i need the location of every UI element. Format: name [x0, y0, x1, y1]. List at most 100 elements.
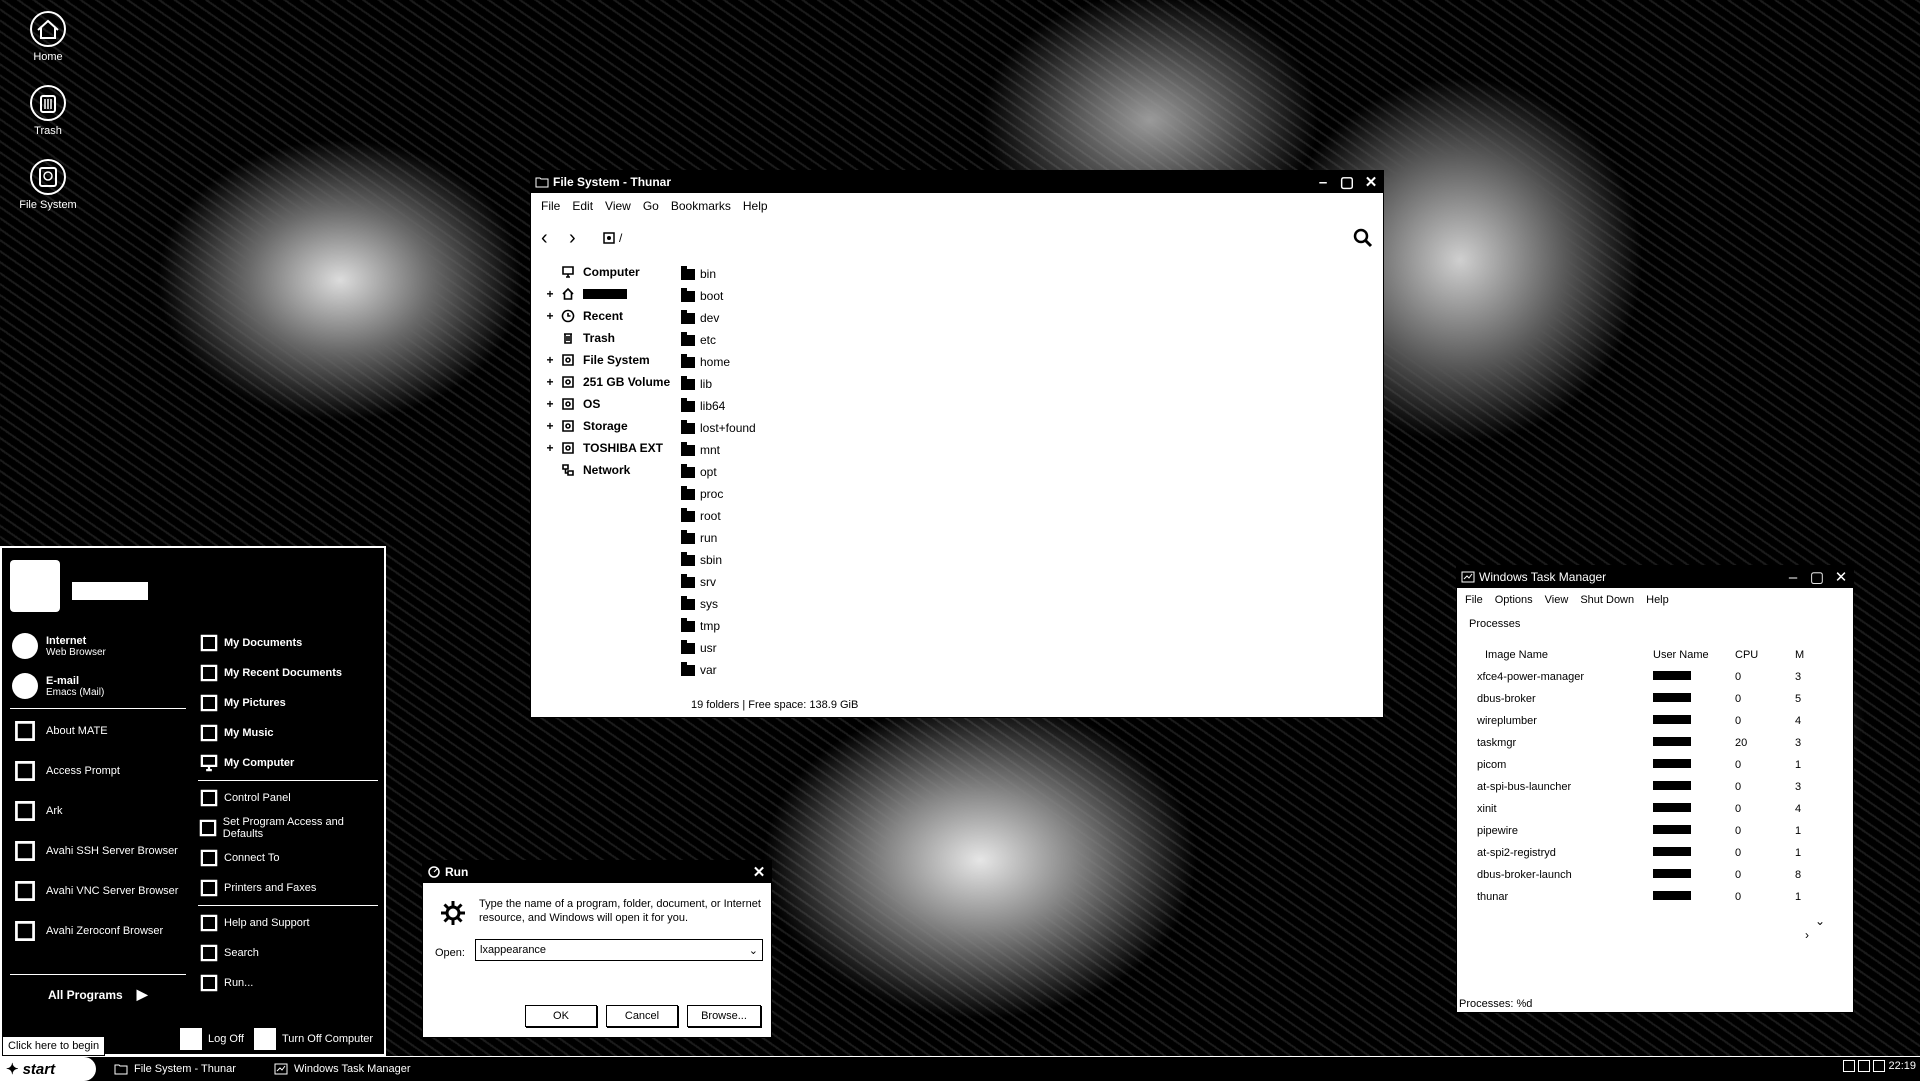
file-item[interactable]: root [681, 505, 756, 527]
thunar-titlebar[interactable]: File System - Thunar – ▢ ✕ [531, 171, 1383, 193]
file-item[interactable]: home [681, 351, 756, 373]
sidebar-item[interactable]: + File System [541, 349, 691, 371]
desktop-icon-trash[interactable]: Trash [14, 84, 82, 137]
sidebar-item[interactable]: Network [541, 459, 691, 481]
desktop-icon-file-system[interactable]: File System [14, 158, 82, 211]
tab-processes[interactable]: Processes [1469, 618, 1520, 630]
table-row[interactable]: xinit 0 4 [1467, 798, 1837, 820]
start-menu-item[interactable]: My Recent Documents [198, 658, 378, 688]
start-menu-item[interactable]: Run... [198, 968, 378, 998]
open-input[interactable]: lxappearance ⌄ [475, 939, 763, 961]
menu-bookmarks[interactable]: Bookmarks [665, 197, 737, 215]
file-item[interactable]: sbin [681, 549, 756, 571]
close-button[interactable]: ✕ [1829, 566, 1853, 588]
file-item[interactable]: dev [681, 307, 756, 329]
expand-icon[interactable]: + [541, 419, 559, 433]
expand-icon[interactable]: + [541, 375, 559, 389]
start-menu-item[interactable]: Set Program Access and Defaults [198, 813, 378, 843]
start-menu-item[interactable]: My Documents [198, 628, 378, 658]
search-icon[interactable] [1353, 228, 1373, 248]
table-row[interactable]: at-spi2-registryd 0 1 [1467, 842, 1837, 864]
expand-icon[interactable]: + [541, 441, 559, 455]
desktop-icon-home[interactable]: Home [14, 10, 82, 63]
column-cpu[interactable]: CPU [1723, 649, 1783, 661]
file-item[interactable]: bin [681, 263, 756, 285]
taskbar-item-thunar[interactable]: File System - Thunar [114, 1059, 236, 1079]
start-menu-item[interactable]: Control Panel [198, 783, 378, 813]
log-off-button[interactable]: Log Off [180, 1028, 244, 1050]
file-item[interactable]: etc [681, 329, 756, 351]
file-item[interactable]: run [681, 527, 756, 549]
minimize-button[interactable]: – [1311, 171, 1335, 193]
program-item[interactable]: Avahi SSH Server Browser [10, 831, 186, 871]
table-row[interactable]: picom 0 1 [1467, 754, 1837, 776]
table-row[interactable]: wireplumber 0 4 [1467, 710, 1837, 732]
cancel-button[interactable]: Cancel [606, 1005, 678, 1027]
chevron-down-icon[interactable]: ⌄ [1815, 914, 1825, 928]
file-item[interactable]: lost+found [681, 417, 756, 439]
file-item[interactable]: opt [681, 461, 756, 483]
file-item[interactable]: mnt [681, 439, 756, 461]
table-row[interactable]: dbus-broker-launch 0 8 [1467, 864, 1837, 886]
file-item[interactable]: sys [681, 593, 756, 615]
column-memory[interactable]: M [1783, 649, 1823, 661]
program-item[interactable]: Ark [10, 791, 186, 831]
taskmgr-titlebar[interactable]: Windows Task Manager – ▢ ✕ [1457, 566, 1853, 588]
chevron-down-icon[interactable]: ⌄ [749, 944, 758, 957]
pinned-email[interactable]: E-mail Emacs (Mail) [10, 666, 186, 706]
expand-icon[interactable]: + [541, 353, 559, 367]
turn-off-button[interactable]: Turn Off Computer [254, 1028, 373, 1050]
menu-options[interactable]: Options [1489, 592, 1539, 608]
file-item[interactable]: proc [681, 483, 756, 505]
column-user-name[interactable]: User Name [1653, 649, 1723, 661]
column-image-name[interactable]: Image Name [1467, 649, 1653, 661]
all-programs-button[interactable]: All Programs ▶ [48, 986, 147, 1003]
menu-go[interactable]: Go [637, 197, 665, 215]
run-titlebar[interactable]: Run ✕ [423, 861, 771, 883]
maximize-button[interactable]: ▢ [1335, 171, 1359, 193]
forward-icon[interactable]: › [569, 227, 593, 250]
close-button[interactable]: ✕ [747, 861, 771, 883]
program-item[interactable]: Access Prompt [10, 751, 186, 791]
table-row[interactable]: at-spi-bus-launcher 0 3 [1467, 776, 1837, 798]
start-button[interactable]: ✦ start [0, 1057, 96, 1081]
menu-file[interactable]: File [535, 197, 566, 215]
menu-view[interactable]: View [1539, 592, 1575, 608]
volume-tray-icon[interactable] [1873, 1060, 1886, 1072]
menu-help[interactable]: Help [737, 197, 774, 215]
file-item[interactable]: boot [681, 285, 756, 307]
taskbar-item-taskmgr[interactable]: Windows Task Manager [274, 1059, 411, 1079]
start-menu-item[interactable]: Help and Support [198, 908, 378, 938]
start-menu-item[interactable]: Printers and Faxes [198, 873, 378, 903]
start-menu-item[interactable]: Connect To [198, 843, 378, 873]
expand-icon[interactable]: + [541, 287, 559, 301]
sidebar-item[interactable]: + Storage [541, 415, 691, 437]
file-item[interactable]: tmp [681, 615, 756, 637]
table-row[interactable]: dbus-broker 0 5 [1467, 688, 1837, 710]
table-row[interactable]: taskmgr 20 3 [1467, 732, 1837, 754]
expand-icon[interactable]: + [541, 309, 559, 323]
menu-view[interactable]: View [599, 197, 637, 215]
sidebar-item[interactable]: + TOSHIBA EXT [541, 437, 691, 459]
table-row[interactable]: thunar 0 1 [1467, 886, 1837, 906]
file-item[interactable]: usr [681, 637, 756, 659]
file-item[interactable]: lib [681, 373, 756, 395]
file-item[interactable]: var [681, 659, 756, 681]
start-menu-item[interactable]: My Computer [198, 748, 378, 778]
table-row[interactable]: pipewire 0 1 [1467, 820, 1837, 842]
table-row[interactable]: xfce4-power-manager 0 3 [1467, 666, 1837, 688]
file-item[interactable]: lib64 [681, 395, 756, 417]
menu-help[interactable]: Help [1640, 592, 1675, 608]
close-button[interactable]: ✕ [1359, 171, 1383, 193]
sidebar-item[interactable]: Computer [541, 261, 691, 283]
chevron-right-icon[interactable]: › [1805, 928, 1809, 942]
menu-edit[interactable]: Edit [566, 197, 599, 215]
program-item[interactable]: Avahi VNC Server Browser [10, 871, 186, 911]
back-icon[interactable]: ‹ [541, 227, 565, 250]
network-tray-icon[interactable] [1843, 1060, 1856, 1072]
minimize-button[interactable]: – [1781, 566, 1805, 588]
maximize-button[interactable]: ▢ [1805, 566, 1829, 588]
start-menu-item[interactable]: My Pictures [198, 688, 378, 718]
program-item[interactable]: Avahi Zeroconf Browser [10, 911, 186, 951]
clock[interactable]: 22:19 [1888, 1060, 1916, 1072]
